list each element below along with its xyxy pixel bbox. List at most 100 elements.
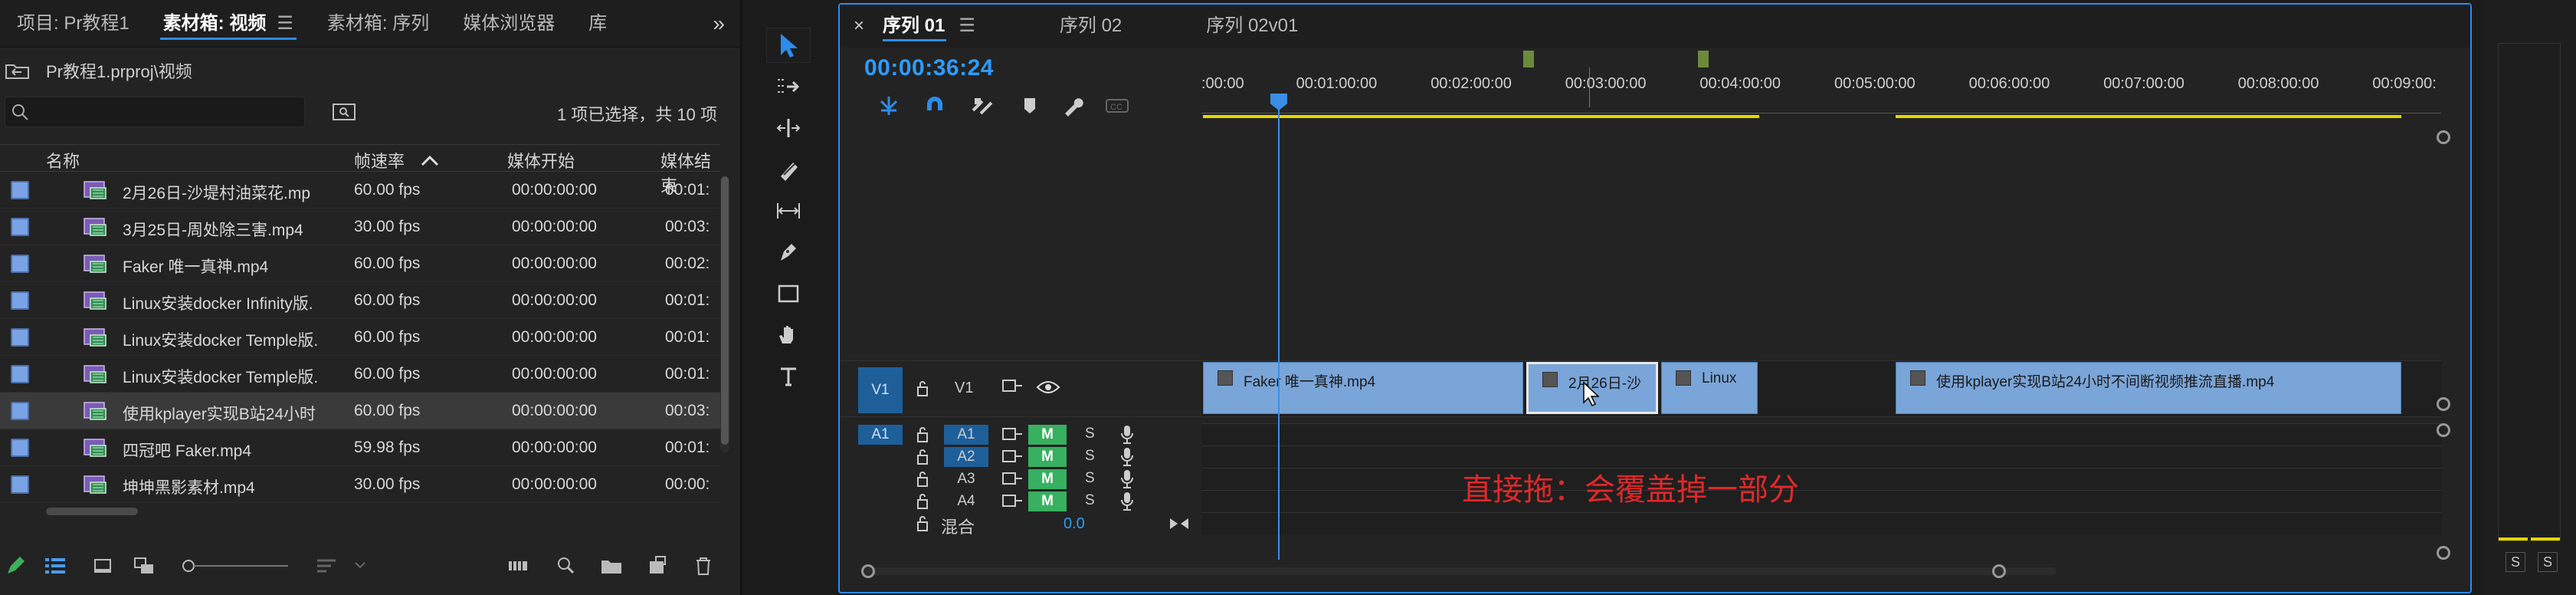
- find-icon[interactable]: [553, 554, 578, 578]
- panel-menu-icon[interactable]: ☰: [277, 13, 293, 34]
- captions-icon[interactable]: CC: [1103, 92, 1131, 120]
- track-lane-audio[interactable]: [1201, 445, 2441, 468]
- vertical-scrollbar[interactable]: [720, 176, 729, 452]
- tab-bin-video[interactable]: 素材箱: 视频 ☰: [146, 0, 310, 47]
- table-row[interactable]: 2月26日-沙堤村油菜花.mp 60.00 fps 00:00:00:00 00:01…: [0, 172, 720, 209]
- microphone-icon[interactable]: [1119, 446, 1136, 468]
- table-row[interactable]: Linux安装docker Temple版. 60.00 fps 00:00:00:…: [0, 319, 720, 356]
- playhead-line[interactable]: [1278, 95, 1280, 560]
- track-label-audio[interactable]: A4: [944, 491, 988, 511]
- scroll-handle-left[interactable]: [861, 564, 875, 578]
- col-fps[interactable]: 帧速率: [354, 148, 405, 173]
- sync-lock-icon[interactable]: [1001, 470, 1024, 488]
- microphone-icon[interactable]: [1119, 468, 1136, 490]
- scroll-handle[interactable]: [2437, 546, 2450, 560]
- clip-linux[interactable]: Linux: [1661, 362, 1758, 414]
- label-color-swatch[interactable]: [11, 402, 29, 420]
- tab-sequence-01[interactable]: 序列 01 ☰: [883, 5, 975, 48]
- sequence-marker[interactable]: [1698, 51, 1709, 67]
- snap-magnet-icon[interactable]: [921, 92, 949, 120]
- label-color-swatch[interactable]: [11, 475, 29, 494]
- horizontal-scrollbar[interactable]: [46, 508, 138, 515]
- automate-to-sequence-icon[interactable]: [506, 554, 530, 578]
- work-area-bar[interactable]: [1896, 115, 2401, 118]
- tab-media-browser[interactable]: 媒体浏览器: [446, 0, 572, 47]
- pen-tool[interactable]: [766, 235, 811, 270]
- lock-icon[interactable]: [913, 426, 932, 444]
- wrench-settings-icon[interactable]: [1059, 92, 1086, 120]
- track-lane-audio[interactable]: [1201, 490, 2441, 512]
- sequence-marker[interactable]: [1523, 51, 1534, 67]
- solo-right-button[interactable]: S: [2538, 552, 2558, 572]
- tab-sequence-02v01[interactable]: 序列 02v01: [1206, 5, 1298, 48]
- col-media-start[interactable]: 媒体开始: [507, 148, 575, 173]
- new-item-icon[interactable]: [645, 554, 670, 578]
- tab-project[interactable]: 项目: Pr教程1: [0, 0, 146, 47]
- solo-left-button[interactable]: S: [2506, 552, 2525, 572]
- new-search-bin-icon[interactable]: [331, 101, 359, 124]
- lock-icon[interactable]: [913, 514, 932, 533]
- lock-icon[interactable]: [913, 448, 932, 466]
- list-view-icon[interactable]: [43, 554, 67, 578]
- solo-button[interactable]: S: [1085, 426, 1095, 442]
- track-lane-audio[interactable]: [1201, 423, 2441, 445]
- scroll-handle[interactable]: [2437, 423, 2450, 437]
- pencil-icon[interactable]: [3, 554, 28, 578]
- source-patch-v1[interactable]: V1: [858, 367, 903, 413]
- track-label-audio[interactable]: A2: [944, 447, 988, 467]
- solo-button[interactable]: S: [1085, 448, 1095, 465]
- playhead-timecode[interactable]: 00:00:36:24: [864, 55, 994, 81]
- sync-lock-icon[interactable]: [1001, 492, 1024, 511]
- label-color-swatch[interactable]: [11, 328, 29, 347]
- microphone-icon[interactable]: [1119, 491, 1136, 512]
- sequence-menu-icon[interactable]: ☰: [959, 15, 975, 36]
- new-bin-icon[interactable]: [599, 554, 624, 578]
- track-lane-audio[interactable]: [1201, 468, 2441, 490]
- tab-bin-sequence[interactable]: 素材箱: 序列: [310, 0, 446, 47]
- label-color-swatch[interactable]: [11, 218, 29, 236]
- sync-lock-icon[interactable]: [1001, 376, 1024, 396]
- table-row[interactable]: 使用kplayer实现B站24小时 60.00 fps 00:00:00:00 00:…: [0, 393, 720, 429]
- source-patch-audio[interactable]: A1: [858, 425, 903, 445]
- mute-button[interactable]: M: [1028, 491, 1067, 511]
- solo-button[interactable]: S: [1085, 492, 1095, 509]
- track-label-audio[interactable]: A3: [944, 469, 988, 489]
- tab-libraries[interactable]: 库: [572, 0, 624, 47]
- track-select-tool[interactable]: [766, 69, 811, 104]
- table-row[interactable]: Linux安装docker Temple版. 60.00 fps 00:00:00:…: [0, 356, 720, 393]
- sort-icon[interactable]: [314, 554, 339, 578]
- col-name[interactable]: 名称: [46, 148, 80, 173]
- track-label-v1[interactable]: V1: [955, 380, 973, 397]
- sort-dropdown-icon[interactable]: [348, 554, 372, 578]
- label-color-swatch[interactable]: [11, 255, 29, 273]
- clip-feb26[interactable]: 2月26日-沙: [1526, 362, 1658, 414]
- label-color-swatch[interactable]: [11, 291, 29, 310]
- scrollbar-thumb[interactable]: [721, 176, 729, 445]
- hand-tool[interactable]: [766, 317, 811, 353]
- up-folder-icon[interactable]: [5, 59, 35, 82]
- rectangle-tool[interactable]: [766, 276, 811, 311]
- freeform-view-icon[interactable]: [132, 554, 156, 578]
- table-row[interactable]: Linux安装docker Infinity版. 60.00 fps 00:00:0…: [0, 282, 720, 319]
- clip-kplayer[interactable]: 使用kplayer实现B站24小时不间断视频推流直播.mp4: [1896, 362, 2401, 414]
- type-tool[interactable]: [766, 359, 811, 394]
- scroll-handle[interactable]: [2437, 130, 2450, 144]
- solo-button[interactable]: S: [1085, 470, 1095, 487]
- zoom-slider[interactable]: [181, 557, 296, 575]
- mute-button[interactable]: M: [1028, 469, 1067, 489]
- lock-icon[interactable]: [913, 470, 932, 488]
- mix-volume-value[interactable]: 0.0: [1064, 515, 1085, 533]
- tab-sequence-02[interactable]: 序列 02: [1060, 5, 1122, 48]
- table-row[interactable]: 四冠吧 Faker.mp4 59.98 fps 00:00:00:00 00:01:: [0, 429, 720, 466]
- search-input[interactable]: [5, 97, 305, 127]
- scroll-handle[interactable]: [2437, 397, 2450, 411]
- mute-button[interactable]: M: [1028, 447, 1067, 467]
- clip-faker[interactable]: Faker 唯一真神.mp4: [1203, 362, 1523, 414]
- trash-icon[interactable]: [691, 554, 716, 578]
- timeline-horizontal-scrollbar[interactable]: [861, 564, 2079, 578]
- scroll-handle-right[interactable]: [1992, 564, 2006, 578]
- microphone-icon[interactable]: [1119, 424, 1136, 445]
- ripple-edit-tool[interactable]: [766, 110, 811, 146]
- label-color-swatch[interactable]: [11, 439, 29, 457]
- sort-ascending-icon[interactable]: [420, 153, 440, 168]
